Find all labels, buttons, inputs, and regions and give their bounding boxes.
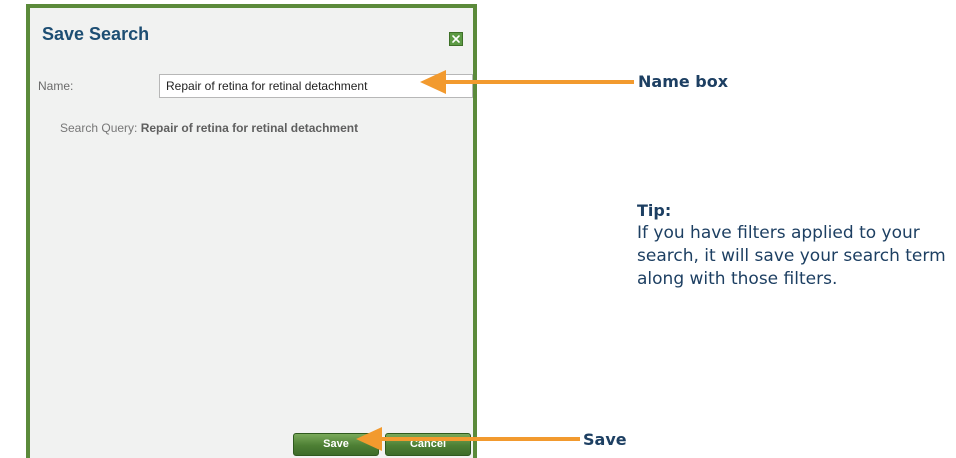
name-box-arrow: [420, 70, 634, 94]
save-button-arrow: [356, 427, 580, 451]
tip-body: If you have filters applied to your sear…: [637, 223, 946, 289]
tip-heading: Tip:: [637, 201, 672, 220]
name-box-callout: Name box: [638, 72, 729, 91]
save-callout: Save: [583, 430, 627, 449]
